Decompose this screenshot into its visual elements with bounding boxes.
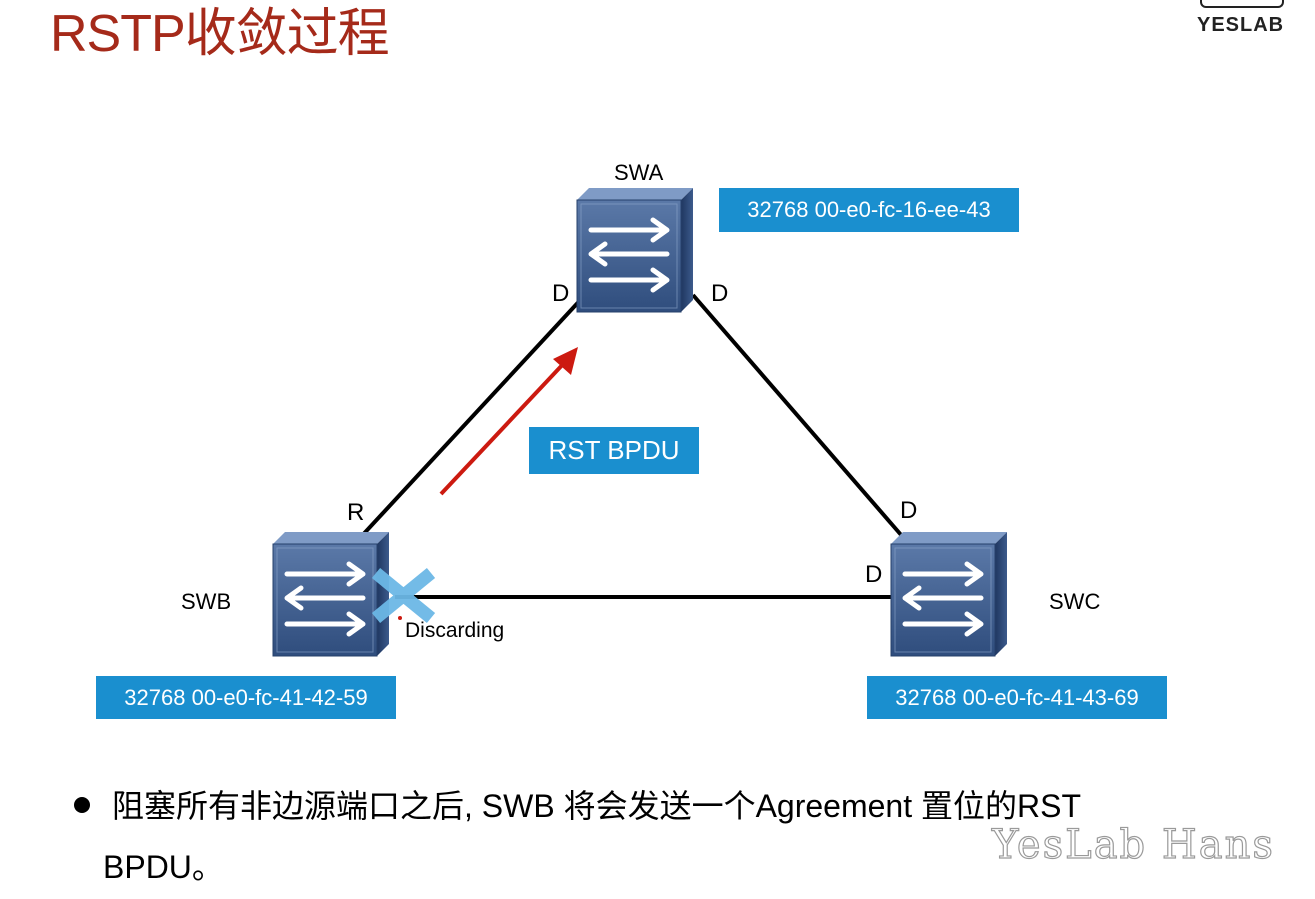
swb-top-port-role: R bbox=[347, 499, 365, 526]
rst-bpdu-label: RST BPDU bbox=[529, 427, 699, 474]
bullet-text-line1: 阻塞所有非边源端口之后, SWB 将会发送一个Agreement 置位的RST bbox=[112, 788, 1081, 824]
link-swa-swc bbox=[691, 293, 904, 538]
switch-swa-icon bbox=[577, 188, 693, 312]
swc-name-label: SWC bbox=[1049, 589, 1101, 614]
swc-left-port-role: D bbox=[865, 561, 883, 588]
swa-left-port-role: D bbox=[552, 280, 570, 307]
swa-name-label: SWA bbox=[614, 160, 664, 185]
swc-bridge-id: 32768 00-e0-fc-41-43-69 bbox=[867, 676, 1167, 719]
bullet-dot bbox=[74, 797, 90, 813]
switch-swb-icon bbox=[273, 532, 389, 656]
swa-right-port-role: D bbox=[711, 280, 729, 307]
discarding-port-label: Discarding bbox=[405, 619, 505, 642]
swc-top-port-role: D bbox=[900, 497, 918, 524]
link-swa-swb bbox=[356, 293, 587, 542]
switch-swc-icon bbox=[891, 532, 1007, 656]
bullet-text-line2: BPDU。 bbox=[103, 849, 224, 885]
swb-name-label: SWB bbox=[181, 589, 232, 614]
watermark: YesLab Hans bbox=[991, 821, 1275, 868]
port-marker-dot bbox=[398, 616, 402, 620]
swb-bridge-id: 32768 00-e0-fc-41-42-59 bbox=[96, 676, 396, 719]
swa-bridge-id: 32768 00-e0-fc-16-ee-43 bbox=[719, 188, 1019, 232]
